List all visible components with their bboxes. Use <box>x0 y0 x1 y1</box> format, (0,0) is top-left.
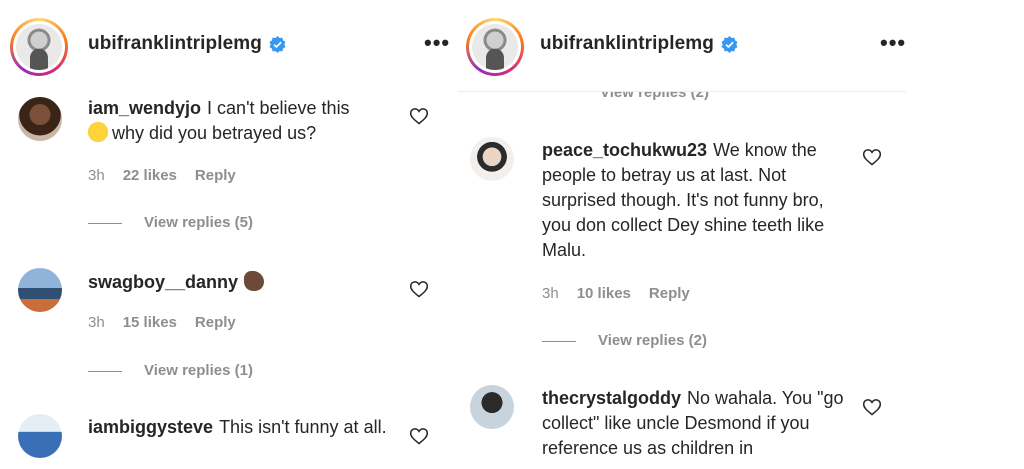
comment-likes[interactable]: 10 likes <box>577 285 631 302</box>
verified-badge-icon <box>721 35 738 54</box>
comment-body: I can't believe this <box>207 98 350 118</box>
comment-time: 3h <box>88 167 105 184</box>
author-avatar[interactable] <box>466 18 524 76</box>
like-heart-icon[interactable] <box>409 106 429 126</box>
comment-avatar[interactable] <box>18 97 62 141</box>
author-username[interactable]: ubifranklintriplemg <box>540 33 714 55</box>
comment-meta: 3h 15 likes Reply <box>88 314 254 331</box>
comment-handle[interactable]: peace_tochukwu23 <box>542 140 707 160</box>
comment-likes[interactable]: 15 likes <box>123 314 177 331</box>
comment-handle[interactable]: thecrystalgoddy <box>542 388 681 408</box>
right-panel: View replies (2) ubifranklintriplemg •••… <box>458 0 906 469</box>
comment-time: 3h <box>88 314 105 331</box>
like-heart-icon[interactable] <box>409 279 429 299</box>
reply-button[interactable]: Reply <box>649 285 690 302</box>
comment-text: thecrystalgoddy No wahala. You "go collec… <box>542 386 852 461</box>
comment-meta: 3h 22 likes Reply <box>88 167 254 184</box>
like-heart-icon[interactable] <box>862 147 882 167</box>
comment-avatar[interactable] <box>470 137 514 181</box>
post-header: ubifranklintriplemg ••• <box>0 0 458 92</box>
comment-meta: 3h 10 likes Reply <box>542 285 708 302</box>
reply-button[interactable]: Reply <box>195 314 236 331</box>
view-replies-button[interactable]: View replies (5) <box>88 214 253 231</box>
post-header: ubifranklintriplemg ••• <box>458 0 906 92</box>
rolling-eyes-emoji-icon <box>88 122 108 142</box>
comment-text: swagboy__danny <box>88 270 388 295</box>
verified-badge-icon <box>269 35 286 54</box>
author-username[interactable]: ubifranklintriplemg <box>88 33 262 55</box>
more-options-icon[interactable]: ••• <box>880 32 906 54</box>
comment-text: iambiggysteve This isn't funny at all. <box>88 415 388 440</box>
comment-avatar[interactable] <box>18 268 62 312</box>
like-heart-icon[interactable] <box>409 426 429 446</box>
view-replies-button[interactable]: View replies (1) <box>88 362 253 379</box>
comment-handle[interactable]: iambiggysteve <box>88 417 213 437</box>
comment-time: 3h <box>542 285 559 302</box>
comment-likes[interactable]: 22 likes <box>123 167 177 184</box>
comment-avatar[interactable] <box>18 414 62 458</box>
comment-handle[interactable]: iam_wendyjo <box>88 98 201 118</box>
comment-body: This isn't funny at all. <box>219 417 387 437</box>
comment-handle[interactable]: swagboy__danny <box>88 272 238 292</box>
rat-emoji-icon <box>244 271 265 291</box>
comment-body-cont: why did you betrayed us? <box>112 123 317 143</box>
comment-text: peace_tochukwu23 We know the people to be… <box>542 138 852 263</box>
left-panel: ubifranklintriplemg ••• iam_wendyjo I can… <box>0 0 458 469</box>
view-replies-button[interactable]: View replies (2) <box>542 332 707 349</box>
more-options-icon[interactable]: ••• <box>424 32 450 54</box>
comment-text: iam_wendyjo I can't believe this why did … <box>88 96 388 146</box>
like-heart-icon[interactable] <box>862 397 882 417</box>
reply-button[interactable]: Reply <box>195 167 236 184</box>
comment-avatar[interactable] <box>470 385 514 429</box>
author-avatar[interactable] <box>10 18 68 76</box>
